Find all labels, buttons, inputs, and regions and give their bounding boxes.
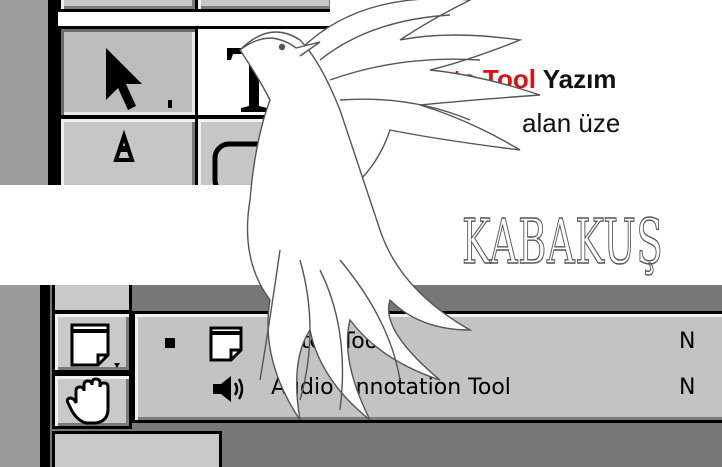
select-tool-button[interactable] xyxy=(58,26,198,118)
toolbox-row-above[interactable] xyxy=(52,285,132,313)
toolbox-row-top-right[interactable] xyxy=(195,0,330,12)
ellipse-tool-icon xyxy=(212,141,278,185)
toolbox-row-top[interactable] xyxy=(58,0,198,12)
menu-item-shortcut: N xyxy=(679,375,696,400)
menu-item-notes-tool[interactable]: Notes Tool N xyxy=(135,320,722,366)
image-gap xyxy=(0,185,330,285)
speaker-icon xyxy=(213,376,244,402)
note-tool-icon xyxy=(70,323,120,368)
toolbox-border-bottom xyxy=(40,285,50,467)
hand-tool-icon xyxy=(65,377,110,425)
hand-tool-button[interactable] xyxy=(52,373,132,429)
toolbox-frame xyxy=(0,0,48,185)
menu-item-shortcut: N xyxy=(679,329,696,354)
text-tool-icon xyxy=(227,48,283,112)
ellipse-tool-button[interactable] xyxy=(195,116,330,185)
menu-item-label: Audio Annotation Tool xyxy=(271,375,511,400)
tool-menu-crop: Notes Tool N Audio Annotation Tool N xyxy=(0,285,722,467)
toolbox-border xyxy=(48,0,58,185)
menu-item-audio-annotation-tool[interactable]: Audio Annotation Tool N xyxy=(135,366,722,412)
text-tool-button[interactable] xyxy=(195,26,330,118)
select-arrow-icon xyxy=(106,48,172,110)
tool-flyout-menu: Notes Tool N Audio Annotation Tool N xyxy=(132,311,722,423)
slide-title-tool-name: Note Tool xyxy=(418,64,536,94)
toolbox-row-below[interactable] xyxy=(52,431,222,467)
pen-tool-icon xyxy=(113,129,135,162)
pen-tool-button[interactable] xyxy=(58,116,198,185)
menu-item-label: Notes Tool xyxy=(271,329,385,354)
note-icon xyxy=(209,326,243,362)
slide-subtitle: alan üze xyxy=(522,108,621,138)
watermark-text: KABAKUŞ xyxy=(462,204,664,278)
toolbox-frame-bottom xyxy=(0,285,40,467)
toolbox-top-crop xyxy=(0,0,330,185)
slide-title: Note Tool Yazım xyxy=(418,64,616,95)
slide-title-text: Yazım xyxy=(542,64,617,94)
note-tool-button[interactable] xyxy=(52,311,132,373)
selected-bullet-icon xyxy=(165,338,175,348)
